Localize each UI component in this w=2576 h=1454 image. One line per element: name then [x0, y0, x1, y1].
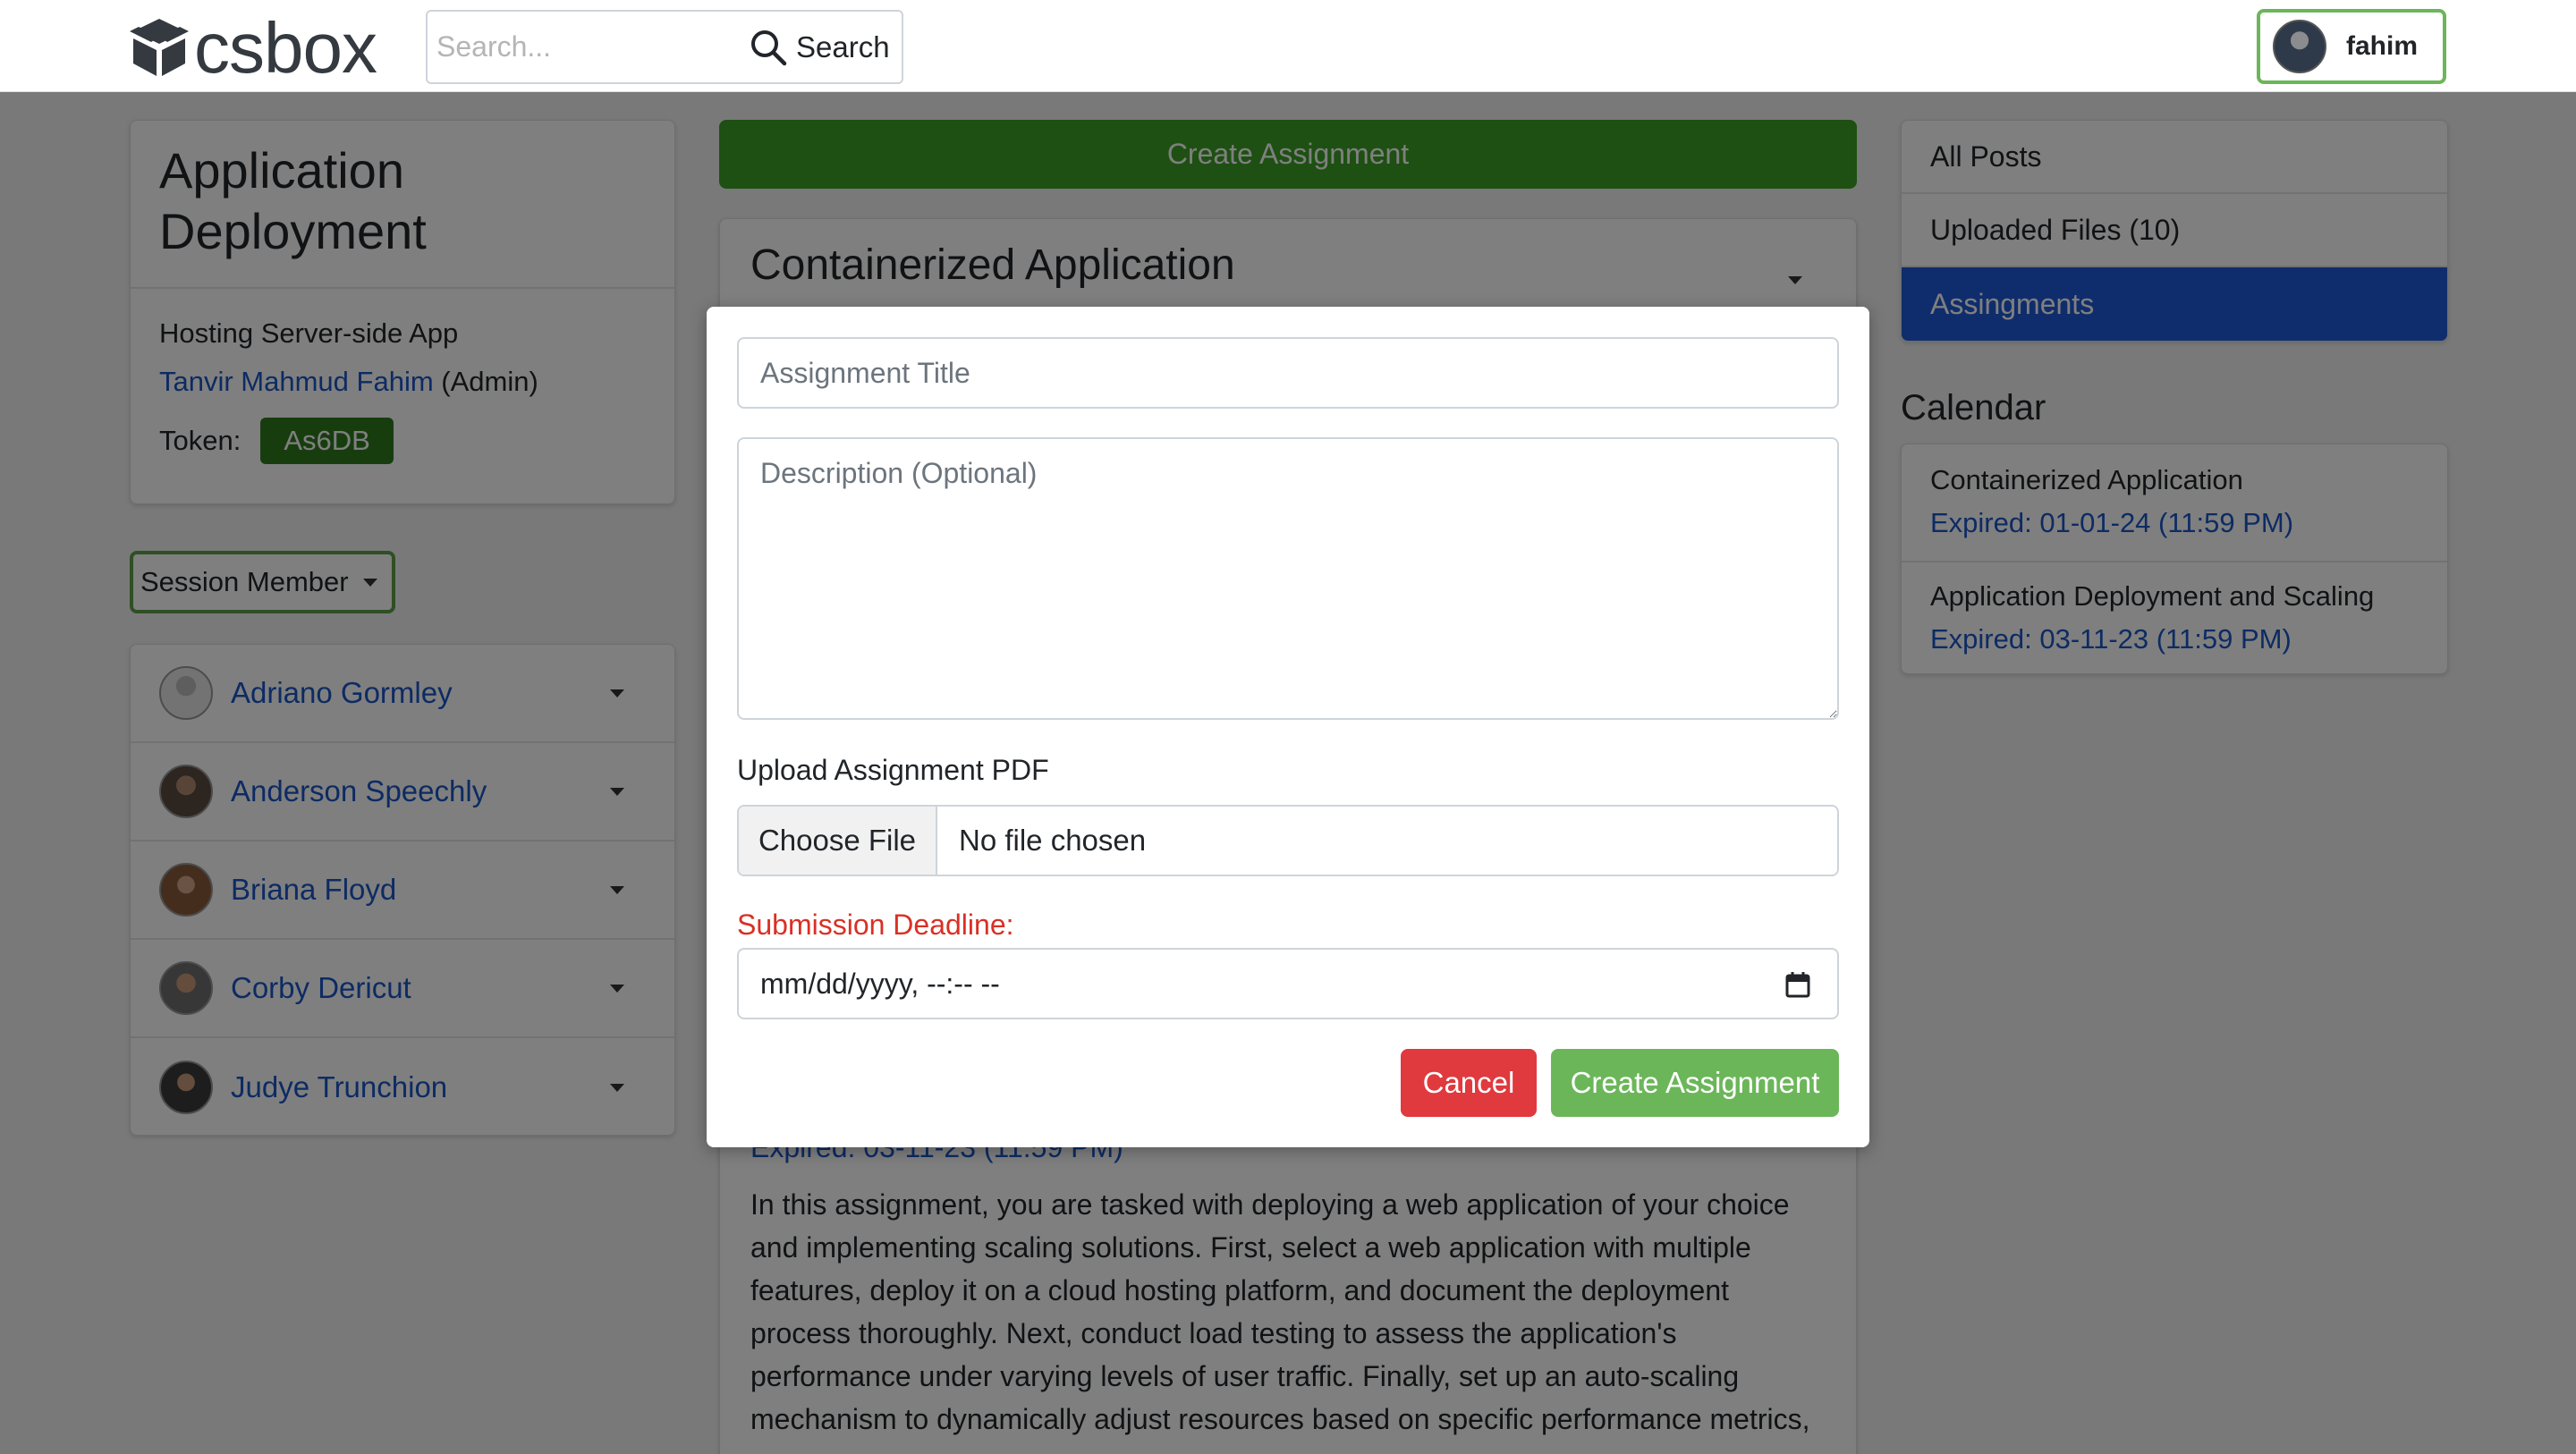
deadline-datetime-input[interactable]: mm/dd/yyyy, --:-- --	[737, 948, 1839, 1019]
calendar-icon[interactable]	[1785, 971, 1810, 998]
choose-file-button[interactable]: Choose File	[739, 807, 937, 875]
deadline-label: Submission Deadline:	[737, 909, 1014, 941]
date-value: mm/dd/yyyy, --:-- --	[760, 967, 1000, 1000]
create-assignment-button[interactable]: Create Assignment	[1551, 1049, 1839, 1117]
navbar-overlay-spacer	[0, 0, 2576, 92]
description-textarea[interactable]	[737, 437, 1839, 720]
cancel-button[interactable]: Cancel	[1401, 1049, 1537, 1117]
create-assignment-modal: Upload Assignment PDF Choose File No fil…	[707, 307, 1869, 1147]
upload-pdf-label: Upload Assignment PDF	[737, 754, 1049, 786]
no-file-text: No file chosen	[959, 824, 1147, 857]
file-input[interactable]: Choose File No file chosen	[737, 805, 1839, 876]
assignment-title-input[interactable]	[737, 337, 1839, 409]
